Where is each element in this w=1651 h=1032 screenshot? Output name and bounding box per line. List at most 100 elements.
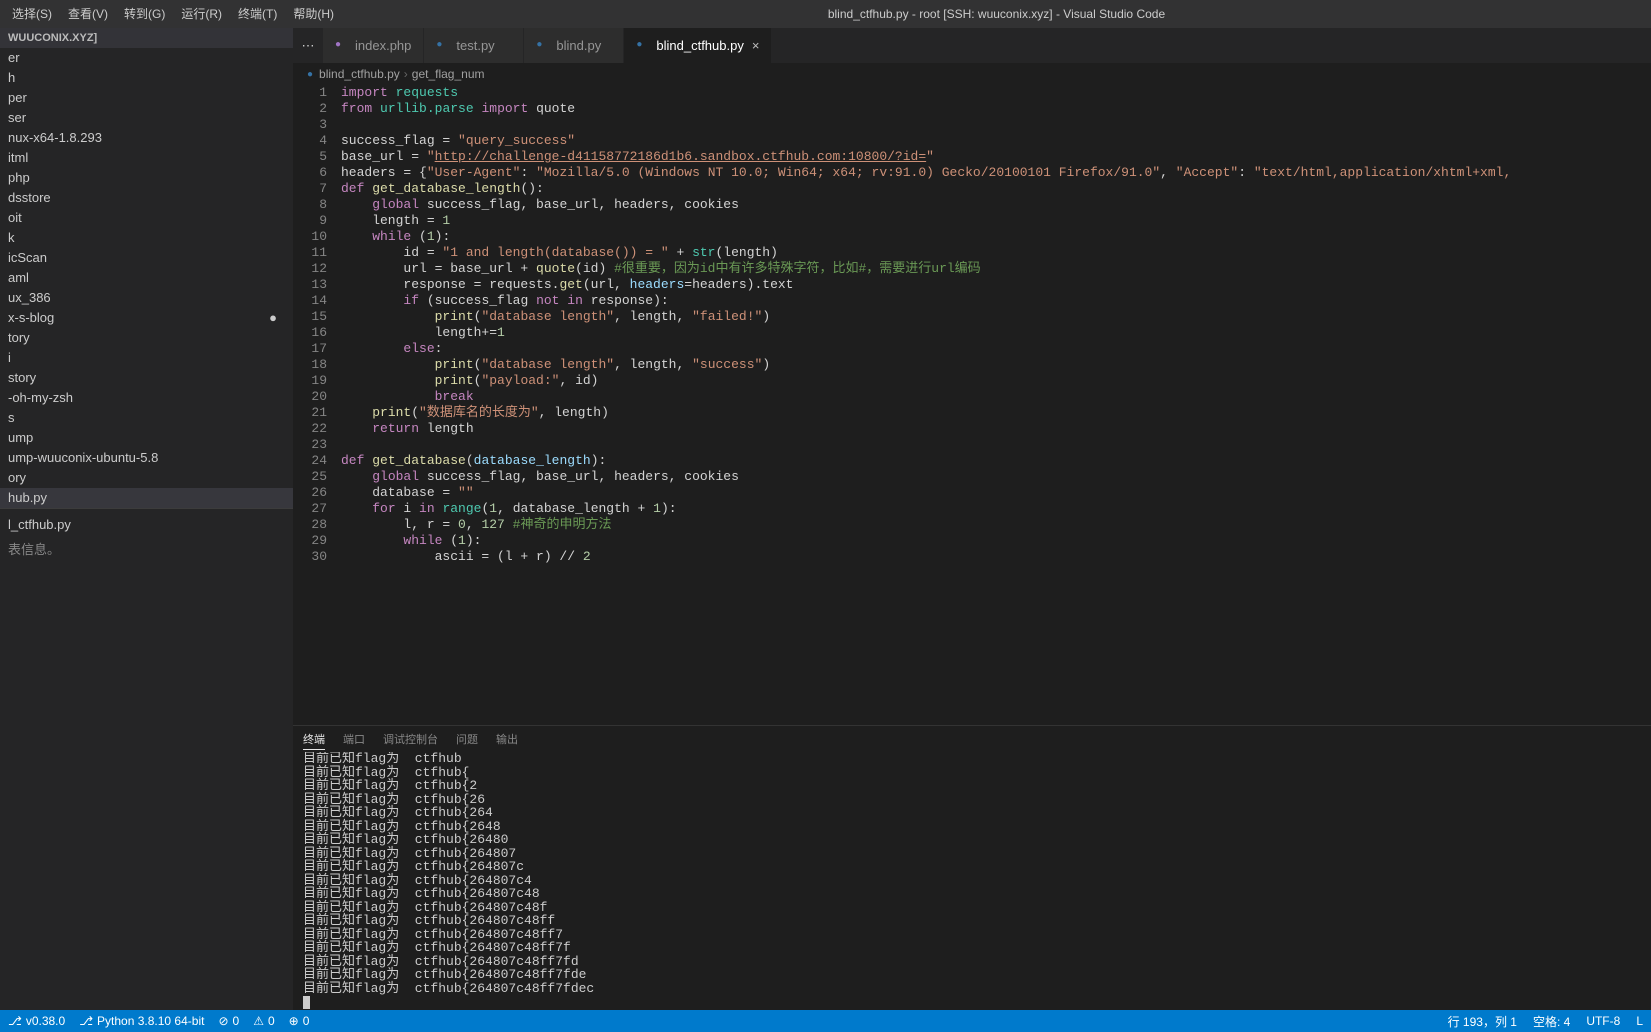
status-item[interactable]: ⎇Python 3.8.10 64-bit — [79, 1014, 204, 1028]
status-item[interactable]: UTF-8 — [1586, 1014, 1620, 1028]
code-line[interactable]: global success_flag, base_url, headers, … — [341, 197, 1651, 213]
code-line[interactable]: length+=1 — [341, 325, 1651, 341]
code-line[interactable]: from urllib.parse import quote — [341, 101, 1651, 117]
code-line[interactable]: url = base_url + quote(id) #很重要，因为id中有许多… — [341, 261, 1651, 277]
code-line[interactable]: global success_flag, base_url, headers, … — [341, 469, 1651, 485]
status-item[interactable]: ⊕0 — [289, 1014, 310, 1028]
menu-item[interactable]: 终端(T) — [230, 0, 285, 28]
tree-item[interactable]: php — [0, 168, 293, 188]
tree-item[interactable]: tory — [0, 328, 293, 348]
code-line[interactable]: while (1): — [341, 533, 1651, 549]
terminal-line: 目前已知flag为 ctfhub{264807c — [303, 860, 1651, 874]
php-file-icon — [335, 39, 349, 53]
open-editor-item[interactable]: l_ctfhub.py — [0, 515, 293, 535]
explorer-sidebar[interactable]: WUUCONIX.XYZ] erhpersernux-x64-1.8.293it… — [0, 28, 293, 1010]
py-file-icon — [436, 39, 450, 53]
code-line[interactable]: headers = {"User-Agent": "Mozilla/5.0 (W… — [341, 165, 1651, 181]
editor-tab[interactable]: index.php — [323, 28, 424, 63]
breadcrumb-file[interactable]: blind_ctfhub.py — [319, 67, 400, 81]
terminal-output[interactable]: 目前已知flag为 ctfhub目前已知flag为 ctfhub{目前已知fla… — [293, 752, 1651, 1010]
code-line[interactable]: def get_database(database_length): — [341, 453, 1651, 469]
panel-tab[interactable]: 调试控制台 — [383, 729, 438, 749]
code-line[interactable]: length = 1 — [341, 213, 1651, 229]
code-editor[interactable]: 1234567891011121314151617181920212223242… — [293, 85, 1651, 725]
code-line[interactable]: print("payload:", id) — [341, 373, 1651, 389]
tree-item[interactable]: per — [0, 88, 293, 108]
tree-item[interactable]: s — [0, 408, 293, 428]
tab-overflow-button[interactable]: ⋯ — [293, 28, 323, 63]
terminal-line: 目前已知flag为 ctfhub{264807c48f — [303, 901, 1651, 915]
tree-item[interactable]: aml — [0, 268, 293, 288]
tree-item[interactable]: itml — [0, 148, 293, 168]
panel-tab[interactable]: 输出 — [496, 729, 518, 749]
tree-item[interactable]: ser — [0, 108, 293, 128]
code-line[interactable]: def get_database_length(): — [341, 181, 1651, 197]
tree-item[interactable]: dsstore — [0, 188, 293, 208]
panel-tab[interactable]: 端口 — [343, 729, 365, 749]
tree-item[interactable]: hub.py — [0, 488, 293, 508]
tree-item[interactable]: er — [0, 48, 293, 68]
code-line[interactable]: break — [341, 389, 1651, 405]
status-item[interactable]: 行 193，列 1 — [1448, 1013, 1517, 1030]
tree-item[interactable]: k — [0, 228, 293, 248]
code-line[interactable]: success_flag = "query_success" — [341, 133, 1651, 149]
code-line[interactable] — [341, 117, 1651, 133]
code-line[interactable]: print("database length", length, "failed… — [341, 309, 1651, 325]
status-item[interactable]: ⊘0 — [218, 1014, 239, 1028]
editor-tab[interactable]: test.py — [424, 28, 524, 63]
code-line[interactable]: if (success_flag not in response): — [341, 293, 1651, 309]
code-line[interactable]: database = "" — [341, 485, 1651, 501]
breadcrumb[interactable]: blind_ctfhub.py › get_flag_num — [293, 63, 1651, 85]
tree-item[interactable]: i — [0, 348, 293, 368]
status-item[interactable]: 空格: 4 — [1533, 1013, 1570, 1030]
menu-item[interactable]: 选择(S) — [4, 0, 60, 28]
git-icon: ⎇ — [79, 1014, 93, 1028]
tree-item[interactable]: ory — [0, 468, 293, 488]
py-file-icon — [536, 39, 550, 53]
modified-indicator-icon: ● — [269, 309, 277, 327]
tree-item[interactable]: ump-wuuconix-ubuntu-5.8 — [0, 448, 293, 468]
code-line[interactable]: print("database length", length, "succes… — [341, 357, 1651, 373]
editor-tab[interactable]: blind_ctfhub.py× — [624, 28, 772, 63]
code-line[interactable]: import requests — [341, 85, 1651, 101]
editor-tab[interactable]: blind.py — [524, 28, 624, 63]
terminal-line: 目前已知flag为 ctfhub{264807c48ff7fd — [303, 955, 1651, 969]
status-item[interactable]: ⎇v0.38.0 — [8, 1014, 65, 1028]
tree-item[interactable]: story — [0, 368, 293, 388]
code-line[interactable]: for i in range(1, database_length + 1): — [341, 501, 1651, 517]
panel-tab[interactable]: 终端 — [303, 729, 325, 750]
menu-item[interactable]: 帮助(H) — [285, 0, 342, 28]
code-line[interactable]: return length — [341, 421, 1651, 437]
breadcrumb-symbol[interactable]: get_flag_num — [412, 67, 485, 81]
tree-item[interactable]: nux-x64-1.8.293 — [0, 128, 293, 148]
code-line[interactable]: print("数据库名的长度为", length) — [341, 405, 1651, 421]
menu-item[interactable]: 运行(R) — [173, 0, 230, 28]
close-icon[interactable]: × — [752, 38, 760, 53]
menu-item[interactable]: 转到(G) — [116, 0, 173, 28]
panel: 终端端口调试控制台问题输出 目前已知flag为 ctfhub目前已知flag为 … — [293, 725, 1651, 1010]
code-line[interactable]: ascii = (l + r) // 2 — [341, 549, 1651, 565]
tree-item[interactable]: ux_386 — [0, 288, 293, 308]
code-line[interactable]: response = requests.get(url, headers=hea… — [341, 277, 1651, 293]
tree-item[interactable]: ump — [0, 428, 293, 448]
code-line[interactable]: l, r = 0, 127 #神奇的申明方法 — [341, 517, 1651, 533]
panel-tab[interactable]: 问题 — [456, 729, 478, 749]
tree-item[interactable]: x-s-blog● — [0, 308, 293, 328]
code-line[interactable] — [341, 437, 1651, 453]
terminal-line: 目前已知flag为 ctfhub{264807c48ff — [303, 914, 1651, 928]
code-content[interactable]: import requestsfrom urllib.parse import … — [341, 85, 1651, 725]
code-line[interactable]: while (1): — [341, 229, 1651, 245]
terminal-line: 目前已知flag为 ctfhub{2 — [303, 779, 1651, 793]
code-line[interactable]: id = "1 and length(database()) = " + str… — [341, 245, 1651, 261]
tree-item[interactable]: icScan — [0, 248, 293, 268]
tab-label: blind.py — [556, 38, 601, 53]
code-line[interactable]: base_url = "http://challenge-d4115877218… — [341, 149, 1651, 165]
menubar: 选择(S)查看(V)转到(G)运行(R)终端(T)帮助(H) — [0, 0, 342, 28]
tree-item[interactable]: h — [0, 68, 293, 88]
code-line[interactable]: else: — [341, 341, 1651, 357]
tree-item[interactable]: -oh-my-zsh — [0, 388, 293, 408]
status-item[interactable]: ⚠0 — [253, 1014, 274, 1028]
status-item[interactable]: L — [1636, 1014, 1643, 1028]
menu-item[interactable]: 查看(V) — [60, 0, 116, 28]
tree-item[interactable]: oit — [0, 208, 293, 228]
